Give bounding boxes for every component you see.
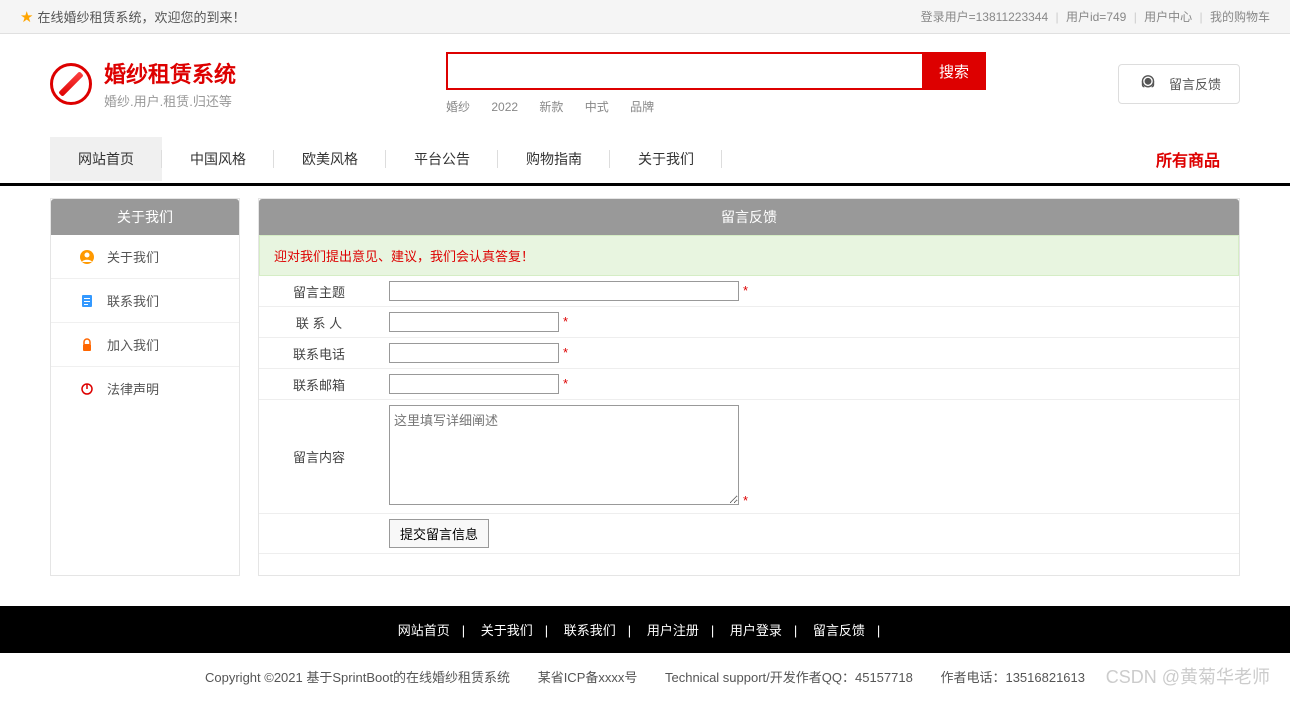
submit-button[interactable]: 提交留言信息 bbox=[389, 519, 489, 548]
welcome-message: 在线婚纱租赁系统，欢迎您的到来！ bbox=[37, 7, 245, 26]
required-mark: * bbox=[563, 345, 568, 360]
headset-icon bbox=[1137, 73, 1159, 95]
author-phone: 作者电话：13516821613 bbox=[940, 670, 1085, 685]
welcome-text: ★ 在线婚纱租赁系统，欢迎您的到来！ bbox=[20, 7, 245, 26]
feedback-button[interactable]: 留言反馈 bbox=[1118, 64, 1240, 104]
sidebar-item-legal[interactable]: 法律声明 bbox=[51, 367, 239, 410]
top-bar: ★ 在线婚纱租赁系统，欢迎您的到来！ 登录用户=13811223344 | 用户… bbox=[0, 0, 1290, 34]
notice-banner: 迎对我们提出意见、建议，我们会认真答复！ bbox=[259, 235, 1239, 276]
logo-title: 婚纱租赁系统 bbox=[104, 57, 236, 89]
phone-label: 联系电话 bbox=[259, 338, 379, 369]
search-tag[interactable]: 中式 bbox=[585, 100, 609, 114]
content-title: 留言反馈 bbox=[259, 199, 1239, 235]
login-user: 登录用户=13811223344 bbox=[921, 10, 1049, 24]
sidebar-header: 关于我们 bbox=[51, 199, 239, 235]
nav-all-products[interactable]: 所有商品 bbox=[1136, 135, 1240, 183]
search-section: 搜索 婚纱 2022 新款 中式 品牌 bbox=[446, 52, 986, 115]
separator: | bbox=[545, 623, 548, 638]
top-bar-right: 登录用户=13811223344 | 用户id=749 | 用户中心 | 我的购… bbox=[921, 8, 1270, 25]
nav-announcements[interactable]: 平台公告 bbox=[386, 137, 498, 181]
user-center-link[interactable]: 用户中心 bbox=[1144, 10, 1192, 24]
search-tag[interactable]: 婚纱 bbox=[446, 100, 470, 114]
required-mark: * bbox=[743, 493, 748, 508]
separator: | bbox=[794, 623, 797, 638]
icp: 某省ICP备xxxx号 bbox=[538, 670, 638, 685]
sidebar-item-label: 法律声明 bbox=[107, 379, 159, 398]
sidebar-item-label: 联系我们 bbox=[107, 291, 159, 310]
required-mark: * bbox=[563, 376, 568, 391]
separator: | bbox=[1134, 10, 1137, 24]
logo-text: 婚纱租赁系统 婚纱.用户.租赁.归还等 bbox=[104, 57, 236, 110]
power-icon bbox=[79, 381, 95, 397]
logo-icon bbox=[50, 63, 92, 105]
sidebar-item-label: 关于我们 bbox=[107, 247, 159, 266]
sidebar-item-label: 加入我们 bbox=[107, 335, 159, 354]
separator: | bbox=[877, 623, 880, 638]
footer-link-contact[interactable]: 联系我们 bbox=[564, 623, 616, 638]
feedback-form: 留言主题 * 联 系 人 * 联系电话 * 联系邮箱 * 留言内容 * 提交留言… bbox=[259, 276, 1239, 554]
nav-about-us[interactable]: 关于我们 bbox=[610, 137, 722, 181]
logo-section[interactable]: 婚纱租赁系统 婚纱.用户.租赁.归还等 bbox=[50, 57, 236, 110]
separator: | bbox=[711, 623, 714, 638]
nav-wrapper: 网站首页 中国风格 欧美风格 平台公告 购物指南 关于我们 所有商品 bbox=[0, 135, 1290, 186]
sidebar-item-contact[interactable]: 联系我们 bbox=[51, 279, 239, 323]
separator: | bbox=[1200, 10, 1203, 24]
footer-link-home[interactable]: 网站首页 bbox=[398, 623, 450, 638]
sidebar-item-about[interactable]: 关于我们 bbox=[51, 235, 239, 279]
search-input[interactable] bbox=[446, 52, 922, 90]
search-tag[interactable]: 新款 bbox=[539, 100, 563, 114]
email-input[interactable] bbox=[389, 374, 559, 394]
copyright: Copyright ©2021 基于SprintBoot的在线婚纱租赁系统 bbox=[205, 670, 510, 685]
nav-western-style[interactable]: 欧美风格 bbox=[274, 137, 386, 181]
separator: | bbox=[628, 623, 631, 638]
sidebar: 关于我们 关于我们 联系我们 加入我们 法律声明 bbox=[50, 198, 240, 576]
content-panel: 留言反馈 迎对我们提出意见、建议，我们会认真答复！ 留言主题 * 联 系 人 *… bbox=[258, 198, 1240, 576]
feedback-label: 留言反馈 bbox=[1169, 74, 1221, 93]
search-tag[interactable]: 2022 bbox=[491, 100, 518, 114]
required-mark: * bbox=[743, 283, 748, 298]
my-cart-link[interactable]: 我的购物车 bbox=[1210, 10, 1270, 24]
lock-icon bbox=[79, 337, 95, 353]
sidebar-item-join[interactable]: 加入我们 bbox=[51, 323, 239, 367]
nav-chinese-style[interactable]: 中国风格 bbox=[162, 137, 274, 181]
star-icon: ★ bbox=[20, 8, 33, 26]
contact-input[interactable] bbox=[389, 312, 559, 332]
tech-support: Technical support/开发作者QQ：45157718 bbox=[665, 670, 913, 685]
user-id: 用户id=749 bbox=[1066, 10, 1126, 24]
footer-link-about[interactable]: 关于我们 bbox=[481, 623, 533, 638]
footer-link-register[interactable]: 用户注册 bbox=[647, 623, 699, 638]
required-mark: * bbox=[563, 314, 568, 329]
main-nav: 网站首页 中国风格 欧美风格 平台公告 购物指南 关于我们 所有商品 bbox=[0, 135, 1290, 183]
user-circle-icon bbox=[79, 249, 95, 265]
body-textarea[interactable] bbox=[389, 405, 739, 505]
main-content: 关于我们 关于我们 联系我们 加入我们 法律声明 留言反 bbox=[0, 186, 1290, 606]
separator: | bbox=[462, 623, 465, 638]
search-tag[interactable]: 品牌 bbox=[630, 100, 654, 114]
nav-shopping-guide[interactable]: 购物指南 bbox=[498, 137, 610, 181]
header: 婚纱租赁系统 婚纱.用户.租赁.归还等 搜索 婚纱 2022 新款 中式 品牌 … bbox=[0, 34, 1290, 125]
search-tags: 婚纱 2022 新款 中式 品牌 bbox=[446, 98, 986, 115]
nav-home[interactable]: 网站首页 bbox=[50, 137, 162, 181]
footer-info: Copyright ©2021 基于SprintBoot的在线婚纱租赁系统 某省… bbox=[0, 653, 1290, 700]
footer-link-login[interactable]: 用户登录 bbox=[730, 623, 782, 638]
email-label: 联系邮箱 bbox=[259, 369, 379, 400]
contact-label: 联 系 人 bbox=[259, 307, 379, 338]
phone-input[interactable] bbox=[389, 343, 559, 363]
subject-input[interactable] bbox=[389, 281, 739, 301]
search-box: 搜索 bbox=[446, 52, 986, 90]
footer-link-feedback[interactable]: 留言反馈 bbox=[813, 623, 865, 638]
watermark: CSDN @黄菊华老师 bbox=[1106, 663, 1270, 689]
subject-label: 留言主题 bbox=[259, 276, 379, 307]
footer-nav: 网站首页 | 关于我们 | 联系我们 | 用户注册 | 用户登录 | 留言反馈 | bbox=[0, 606, 1290, 653]
separator: | bbox=[1056, 10, 1059, 24]
search-button[interactable]: 搜索 bbox=[922, 52, 986, 90]
logo-subtitle: 婚纱.用户.租赁.归还等 bbox=[104, 91, 236, 110]
clipboard-icon bbox=[79, 293, 95, 309]
body-label: 留言内容 bbox=[259, 400, 379, 514]
